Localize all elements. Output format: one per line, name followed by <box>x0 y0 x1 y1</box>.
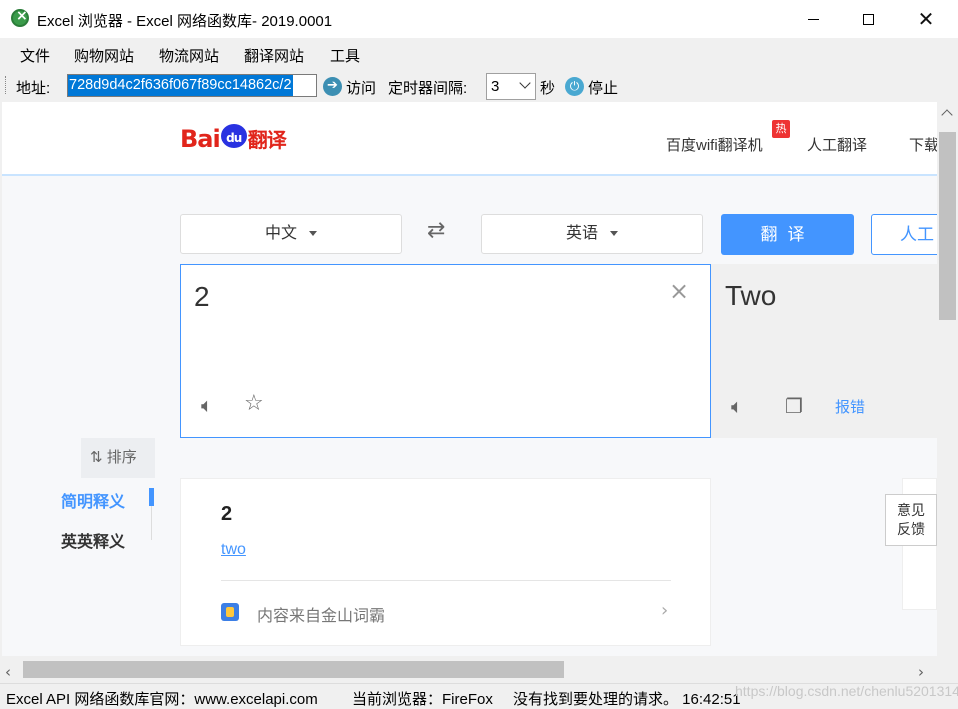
window-title: Excel 浏览器 - Excel 网络函数库- 2019.0001 <box>37 13 333 30</box>
scroll-left-icon[interactable]: ‹ <box>5 663 11 681</box>
human-translate-button[interactable]: 人工 <box>871 214 937 255</box>
speaker-icon[interactable]: 🔈︎ <box>731 394 743 418</box>
chevron-right-icon[interactable]: › <box>661 600 668 621</box>
go-arrow-icon[interactable]: ➔ <box>323 77 342 96</box>
source-text[interactable]: 2 <box>194 281 210 313</box>
logo-text-bai: Bai <box>180 125 221 153</box>
timer-interval-select[interactable]: 3 <box>486 73 536 100</box>
toolbar-grip[interactable] <box>5 76 7 94</box>
iciba-icon <box>221 603 239 621</box>
minimize-icon <box>807 18 819 20</box>
maximize-button[interactable] <box>845 0 891 38</box>
nav-download[interactable]: 下载 <box>909 134 937 155</box>
sort-icon: ⇅ <box>90 449 103 466</box>
browser-window: Excel 浏览器 - Excel 网络函数库- 2019.0001 ✕ 文件 … <box>0 0 958 709</box>
scroll-up-icon[interactable] <box>941 109 953 121</box>
chevron-down-icon <box>519 77 531 89</box>
vertical-scrollbar[interactable] <box>937 102 958 656</box>
side-item-english-definition[interactable]: 英英释义 <box>61 528 125 552</box>
feedback-line-2: 反馈 <box>897 521 925 537</box>
nav-wifi-translator[interactable]: 百度wifi翻译机 <box>666 134 763 155</box>
maximize-icon <box>862 13 874 25</box>
address-input[interactable]: 728d9d4c2f636f067f89cc14862c/2 <box>67 74 317 97</box>
timer-interval-value: 3 <box>491 78 500 95</box>
web-viewport: Bai du 翻译 百度wifi翻译机 热 人工翻译 下载 中文 ⇄ 英语 翻译 人… <box>2 102 937 656</box>
status-browser-info: 当前浏览器：FireFox <box>352 691 493 708</box>
address-toolbar: 地址: 728d9d4c2f636f067f89cc14862c/2 ➔ 访问 … <box>0 70 958 102</box>
power-icon[interactable]: ⏻ <box>565 77 584 96</box>
hot-badge: 热 <box>772 120 790 138</box>
star-icon[interactable]: ☆ <box>244 391 264 416</box>
sort-label: 排序 <box>106 449 137 466</box>
feedback-line-1: 意见 <box>897 502 925 518</box>
minimize-button[interactable] <box>790 0 836 38</box>
logo-paw-du: du <box>220 124 247 148</box>
menu-bar: 文件 购物网站 物流网站 翻译网站 工具 <box>0 38 958 70</box>
target-language-select[interactable]: 英语 <box>481 214 703 254</box>
target-language-label: 英语 <box>565 225 598 242</box>
dictionary-word: 2 <box>221 503 233 525</box>
seconds-label: 秒 <box>540 80 556 97</box>
menu-tools[interactable]: 工具 <box>330 45 360 66</box>
vertical-scroll-thumb[interactable] <box>939 132 956 320</box>
target-text: Two <box>725 280 777 311</box>
side-track <box>151 506 152 540</box>
horizontal-scrollbar[interactable]: ‹ › <box>0 656 958 683</box>
menu-shopping-sites[interactable]: 购物网站 <box>74 45 134 66</box>
swap-languages-icon[interactable]: ⇄ <box>427 218 445 243</box>
menu-file[interactable]: 文件 <box>20 45 50 66</box>
scroll-right-icon[interactable]: › <box>918 663 924 681</box>
speaker-icon[interactable]: 🔈︎ <box>201 393 213 417</box>
baidu-fanyi-logo[interactable]: Bai du 翻译 <box>180 124 287 153</box>
translate-button[interactable]: 翻译 <box>721 214 854 255</box>
dictionary-link[interactable]: two <box>221 541 246 559</box>
status-site-info: Excel API 网络函数库官网：www.excelapi.com <box>6 691 318 708</box>
visit-button[interactable]: 访问 <box>346 77 376 98</box>
address-label: 地址: <box>16 80 51 97</box>
feedback-button[interactable]: 意见 反馈 <box>885 494 937 546</box>
target-text-panel: Two 🔈︎ ❐ 报错 <box>711 264 937 438</box>
caret-down-icon <box>309 231 317 237</box>
close-button[interactable]: ✕ <box>903 0 949 38</box>
nav-human-translation[interactable]: 人工翻译 <box>807 134 867 155</box>
menu-logistics-sites[interactable]: 物流网站 <box>159 45 219 66</box>
horizontal-scroll-thumb[interactable] <box>23 661 564 678</box>
stop-button[interactable]: 停止 <box>588 77 618 98</box>
side-active-indicator <box>149 488 154 506</box>
title-bar: Excel 浏览器 - Excel 网络函数库- 2019.0001 ✕ <box>0 0 958 38</box>
site-header: Bai du 翻译 百度wifi翻译机 热 人工翻译 下载 <box>2 102 937 176</box>
address-value[interactable]: 728d9d4c2f636f067f89cc14862c/2 <box>68 75 293 96</box>
app-icon <box>11 8 29 27</box>
divider <box>221 580 671 581</box>
dictionary-card: 2 two 内容来自金山词霸 › <box>180 478 711 646</box>
status-request-info: 没有找到要处理的请求。 16:42:51 <box>513 691 741 708</box>
source-text-panel[interactable]: 2 × 🔈︎ ☆ <box>180 264 711 438</box>
clear-icon[interactable]: × <box>669 277 689 305</box>
menu-translation-sites[interactable]: 翻译网站 <box>244 45 304 66</box>
timer-interval-label: 定时器间隔: <box>388 80 468 97</box>
caret-down-icon <box>610 231 618 237</box>
source-credit[interactable]: 内容来自金山词霸 <box>257 602 385 626</box>
sort-button[interactable]: ⇅ 排序 <box>81 438 155 478</box>
source-language-label: 中文 <box>264 225 297 242</box>
close-icon: ✕ <box>917 7 935 31</box>
watermark: https://blog.csdn.net/chenlu5201314 <box>735 683 958 699</box>
source-language-select[interactable]: 中文 <box>180 214 402 254</box>
report-error-link[interactable]: 报错 <box>835 396 865 417</box>
copy-icon[interactable]: ❐ <box>785 394 803 418</box>
logo-text-fanyi: 翻译 <box>247 128 287 152</box>
side-item-concise-definition[interactable]: 简明释义 <box>61 488 125 512</box>
